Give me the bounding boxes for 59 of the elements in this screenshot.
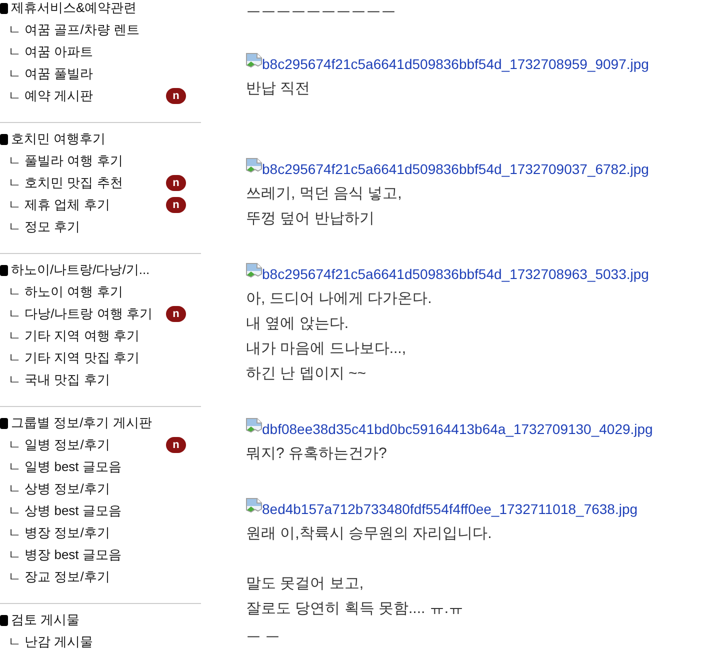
sidebar-item[interactable]: ㄴ 국내 맛집 후기 bbox=[8, 369, 110, 391]
section-title[interactable]: 제휴서비스&예약관련 bbox=[11, 0, 137, 19]
sidebar-item[interactable]: ㄴ 기타 지역 맛집 후기 bbox=[8, 347, 140, 369]
post-text: 반납 직전 bbox=[246, 79, 312, 99]
broken-image-icon bbox=[246, 53, 262, 69]
sidebar-item[interactable]: ㄴ 다낭/나트랑 여행 후기 bbox=[8, 303, 152, 325]
post-text: 잘로도 당연히 획득 못함.... ㅠ.ㅠ bbox=[246, 599, 465, 619]
square-bullet-icon bbox=[0, 134, 8, 144]
sidebar-item[interactable]: ㄴ 호치민 맛집 추천 bbox=[8, 172, 123, 194]
sidebar-item[interactable]: ㄴ 여꿈 풀빌라 bbox=[8, 63, 94, 85]
broken-image-icon bbox=[246, 158, 262, 174]
sidebar-item[interactable]: ㄴ 난감 게시물 bbox=[8, 631, 94, 653]
section-title[interactable]: 그룹별 정보/후기 게시판 bbox=[11, 412, 152, 434]
sidebar-item[interactable]: ㄴ 병장 best 글모음 bbox=[8, 544, 122, 566]
image-link[interactable]: 8ed4b157a712b733480fdf554f4ff0ee_1732711018_7638.jpg bbox=[246, 498, 638, 518]
post-text: 원래 이,착륙시 승무원의 자리입니다. bbox=[246, 524, 493, 544]
sidebar-item[interactable]: ㄴ 풀빌라 여행 후기 bbox=[8, 150, 123, 172]
sidebar-item[interactable]: ㄴ 여꿈 아파트 bbox=[8, 41, 94, 63]
post-text: ㅡㅡㅡㅡㅡㅡㅡㅡㅡㅡ bbox=[246, 0, 397, 19]
section-title[interactable]: 하노이/나트랑/다낭/기... bbox=[11, 259, 150, 281]
broken-image-icon bbox=[246, 263, 262, 279]
broken-image-icon bbox=[246, 498, 262, 514]
new-badge: n bbox=[166, 88, 186, 104]
sidebar-item[interactable]: ㄴ 장교 정보/후기 bbox=[8, 566, 110, 588]
sidebar-item[interactable]: ㄴ 병장 정보/후기 bbox=[8, 522, 110, 544]
section-title[interactable]: 호치민 여행후기 bbox=[11, 128, 106, 150]
sidebar-item[interactable]: ㄴ 일병 best 글모음 bbox=[8, 456, 122, 478]
new-badge: n bbox=[166, 175, 186, 191]
square-bullet-icon bbox=[0, 2, 8, 14]
sidebar-item[interactable]: ㄴ 정모 후기 bbox=[8, 216, 80, 238]
image-link[interactable]: b8c295674f21c5a6641d509836bbf54d_1732708959_9097.jpg bbox=[246, 53, 649, 73]
square-bullet-icon bbox=[0, 264, 8, 276]
broken-image-icon bbox=[246, 418, 262, 434]
post-text: 내 옆에 앉는다. bbox=[246, 314, 350, 334]
post-text: 내가 마음에 드나보다..., bbox=[246, 339, 408, 359]
sidebar-item[interactable]: ㄴ 상병 정보/후기 bbox=[8, 478, 110, 500]
sidebar-item[interactable]: ㄴ 여꿈 골프/차량 렌트 bbox=[8, 19, 140, 41]
new-badge: n bbox=[166, 437, 186, 453]
post-text: 뭐지? 유혹하는건가? bbox=[246, 444, 388, 464]
section-title[interactable]: 검토 게시물 bbox=[11, 609, 80, 631]
new-badge: n bbox=[166, 306, 186, 322]
sidebar-item[interactable]: ㄴ 상병 best 글모음 bbox=[8, 500, 122, 522]
image-link[interactable]: b8c295674f21c5a6641d509836bbf54d_1732709037_6782.jpg bbox=[246, 158, 649, 178]
sidebar-item[interactable]: ㄴ 기타 지역 여행 후기 bbox=[8, 325, 140, 347]
new-badge: n bbox=[166, 197, 186, 213]
sidebar-item[interactable]: ㄴ 일병 정보/후기 bbox=[8, 434, 110, 456]
square-bullet-icon bbox=[0, 614, 8, 626]
post-text: 뚜껑 덮어 반납하기 bbox=[246, 209, 376, 229]
square-bullet-icon bbox=[0, 418, 8, 428]
sidebar-item[interactable]: ㄴ 예약 게시판 bbox=[8, 85, 94, 107]
post-text: ㅡ ㅡ bbox=[246, 624, 282, 644]
post-text: 말도 못걸어 보고, bbox=[246, 574, 365, 594]
sidebar-item[interactable]: ㄴ 제휴 업체 후기 bbox=[8, 194, 110, 216]
post-text: 쓰레기, 먹던 음식 넣고, bbox=[246, 184, 403, 204]
image-link[interactable]: dbf08ee38d35c41bd0bc59164413b64a_1732709130_4029.jpg bbox=[246, 418, 653, 438]
image-link[interactable]: b8c295674f21c5a6641d509836bbf54d_1732708963_5033.jpg bbox=[246, 263, 649, 283]
sidebar-item[interactable]: ㄴ 하노이 여행 후기 bbox=[8, 281, 123, 303]
post-text: 하긴 난 뎁이지 ~~ bbox=[246, 364, 368, 384]
post-text: 아, 드디어 나에게 다가온다. bbox=[246, 289, 433, 309]
